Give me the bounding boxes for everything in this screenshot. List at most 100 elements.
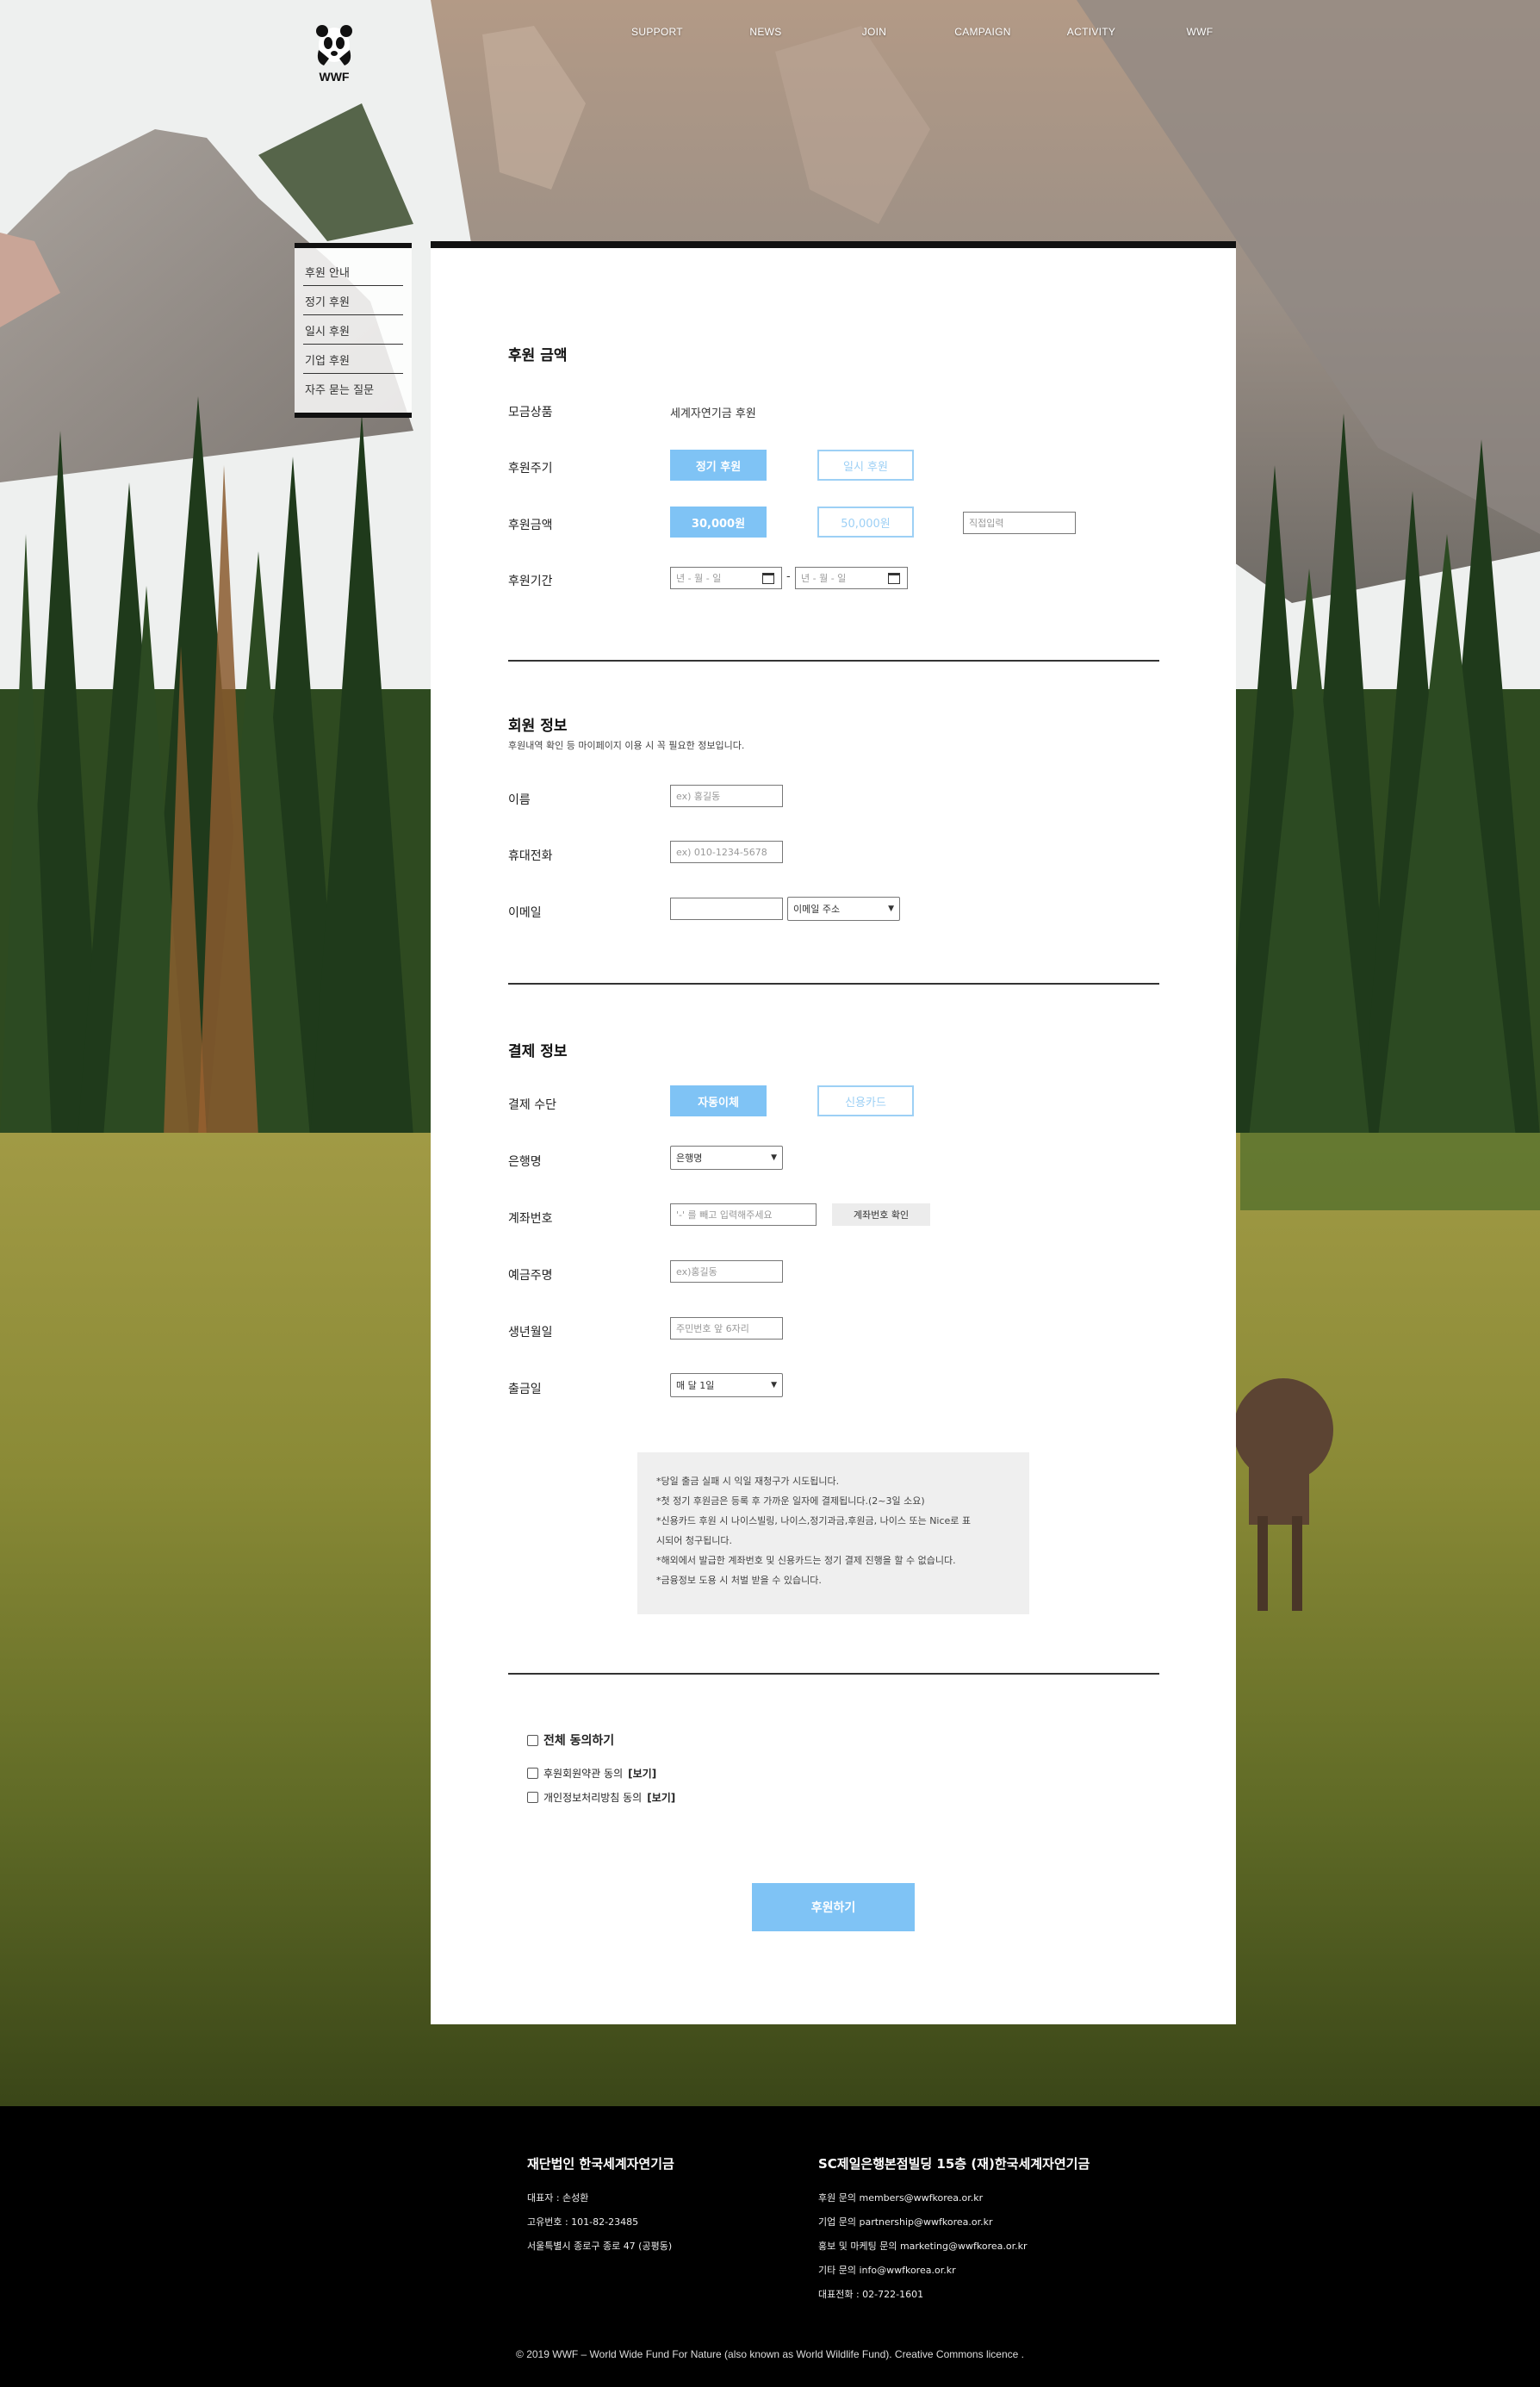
footer-org-line: 서울특별시 종로구 종로 47 (공평동) (527, 2241, 673, 2252)
bank-label: 은행명 (508, 1155, 542, 1169)
footer-contact-line[interactable]: 기타 문의 info@wwfkorea.or.kr (818, 2259, 1090, 2283)
notice-line: 시되어 청구됩니다. (656, 1535, 732, 1546)
account-label: 계좌번호 (508, 1212, 553, 1226)
notice-line: *당일 출금 실패 시 익일 재청구가 시도됩니다. (656, 1476, 840, 1487)
footer-org-title: 재단법인 한국세계자연기금 (527, 2156, 674, 2172)
cycle-label: 후원주기 (508, 462, 553, 476)
footer-org-line: 고유번호 : 101-82-23485 (527, 2216, 639, 2228)
side-menu-item-faq[interactable]: 자주 묻는 질문 (303, 377, 403, 402)
withdraw-day-value: 매 달 1일 (676, 1380, 715, 1391)
footer-org-info: 재단법인 한국세계자연기금 대표자 : 손성환 고유번호 : 101-82-23… (527, 2154, 674, 2259)
amount-50000-button[interactable]: 50,000원 (817, 507, 914, 538)
phone-input[interactable]: ex) 010-1234-5678 (670, 841, 783, 863)
footer-org-line: 대표자 : 손성환 (527, 2192, 589, 2204)
section-divider (508, 660, 1159, 662)
method-auto-transfer-button[interactable]: 자동이체 (670, 1085, 767, 1116)
footer-contact-info: SC제일은행본점빌딩 15층 (재)한국세계자연기금 후원 문의 members… (818, 2154, 1090, 2307)
nav-support[interactable]: SUPPORT (603, 26, 711, 38)
period-end-placeholder: 년 - 월 - 일 (801, 573, 847, 584)
phone-label: 휴대전화 (508, 849, 553, 863)
period-start-input[interactable]: 년 - 월 - 일 (670, 567, 782, 589)
donation-form-panel: 후원 금액 모금상품 세계자연기금 후원 후원주기 정기 후원 일시 후원 후원… (431, 241, 1236, 2024)
product-value: 세계자연기금 후원 (670, 407, 756, 420)
period-end-input[interactable]: 년 - 월 - 일 (795, 567, 908, 589)
svg-text:WWF: WWF (320, 70, 350, 84)
member-section-subtitle: 후원내역 확인 등 마이페이지 이용 시 꼭 필요한 정보입니다. (508, 740, 745, 751)
period-label: 후원기간 (508, 575, 553, 588)
notice-line: *해외에서 발급한 계좌번호 및 신용카드는 정기 결제 진행을 할 수 없습니… (656, 1555, 956, 1566)
method-label: 결제 수단 (508, 1098, 556, 1112)
footer-contact-line: 대표전화 : 02-722-1601 (818, 2289, 924, 2300)
nav-join[interactable]: JOIN (820, 26, 928, 38)
payment-section-title: 결제 정보 (508, 1043, 568, 1060)
donation-section-title: 후원 금액 (508, 347, 568, 364)
agree-all-row[interactable]: 전체 동의하기 (527, 1731, 614, 1749)
footer-contact-line[interactable]: 홍보 및 마케팅 문의 marketing@wwfkorea.or.kr (818, 2235, 1090, 2259)
main-nav: SUPPORT NEWS JOIN CAMPAIGN ACTIVITY WWF (603, 26, 1254, 38)
side-menu-item-corporate[interactable]: 기업 후원 (303, 348, 403, 374)
agree-terms-row[interactable]: 후원회원약관 동의 [보기] (527, 1766, 656, 1781)
agree-privacy-view-link[interactable]: [보기] (647, 1790, 675, 1805)
notice-line: *신용카드 후원 시 나이스빌링, 나이스,정기과금,후원금, 나이스 또는 N… (656, 1515, 972, 1526)
email-domain-value: 이메일 주소 (793, 904, 841, 915)
bank-select[interactable]: 은행명 ▼ (670, 1146, 783, 1170)
footer-copyright: © 2019 WWF – World Wide Fund For Nature … (516, 2348, 1024, 2360)
member-section-title: 회원 정보 (508, 718, 568, 735)
submit-donation-button[interactable]: 후원하기 (752, 1883, 915, 1931)
nav-news[interactable]: NEWS (711, 26, 820, 38)
notice-line: *금융정보 도용 시 처벌 받을 수 있습니다. (656, 1575, 822, 1586)
chevron-down-icon: ▼ (771, 1381, 777, 1389)
holder-input[interactable]: ex)홍길동 (670, 1260, 783, 1283)
agree-privacy-checkbox[interactable] (527, 1792, 538, 1803)
chevron-down-icon: ▼ (771, 1153, 777, 1162)
payment-notice-box: *당일 출금 실패 시 익일 재청구가 시도됩니다. *첫 정기 후원금은 등록… (637, 1452, 1029, 1614)
withdraw-day-select[interactable]: 매 달 1일 ▼ (670, 1373, 783, 1397)
agree-privacy-row[interactable]: 개인정보처리방침 동의 [보기] (527, 1790, 675, 1805)
email-label: 이메일 (508, 906, 542, 920)
chevron-down-icon: ▼ (888, 904, 894, 913)
account-check-button[interactable]: 계좌번호 확인 (832, 1203, 930, 1226)
withdraw-day-label: 출금일 (508, 1383, 542, 1396)
agree-terms-checkbox[interactable] (527, 1768, 538, 1779)
amount-label: 후원금액 (508, 519, 553, 532)
section-divider (508, 983, 1159, 985)
bank-select-value: 은행명 (676, 1153, 703, 1164)
agree-privacy-label: 개인정보처리방침 동의 (543, 1792, 643, 1804)
amount-30000-button[interactable]: 30,000원 (670, 507, 767, 538)
cycle-once-button[interactable]: 일시 후원 (817, 450, 914, 481)
agree-all-label: 전체 동의하기 (543, 1734, 615, 1748)
footer-contact-title: SC제일은행본점빌딩 15층 (재)한국세계자연기금 (818, 2156, 1090, 2172)
nav-wwf[interactable]: WWF (1146, 26, 1254, 38)
email-input[interactable] (670, 898, 783, 920)
holder-label: 예금주명 (508, 1269, 553, 1283)
account-input[interactable]: '-' 를 빼고 입력해주세요 (670, 1203, 817, 1226)
birth-input[interactable]: 주민번호 앞 6자리 (670, 1317, 783, 1340)
agree-terms-label: 후원회원약관 동의 (543, 1768, 624, 1780)
amount-custom-input[interactable]: 직접입력 (963, 512, 1076, 534)
footer-contact-line[interactable]: 기업 문의 partnership@wwfkorea.or.kr (818, 2210, 1090, 2235)
period-separator: - (786, 570, 791, 583)
side-menu: 후원 안내 정기 후원 일시 후원 기업 후원 자주 묻는 질문 (295, 243, 412, 418)
nav-campaign[interactable]: CAMPAIGN (928, 26, 1037, 38)
product-label: 모금상품 (508, 406, 553, 420)
notice-line: *첫 정기 후원금은 등록 후 가까운 일자에 결제됩니다.(2~3일 소요) (656, 1495, 925, 1507)
method-card-button[interactable]: 신용카드 (817, 1085, 914, 1116)
footer-contact-line[interactable]: 후원 문의 members@wwfkorea.or.kr (818, 2186, 1090, 2210)
email-domain-select[interactable]: 이메일 주소 ▼ (787, 897, 900, 921)
name-label: 이름 (508, 793, 531, 807)
agree-terms-view-link[interactable]: [보기] (628, 1766, 656, 1781)
period-start-placeholder: 년 - 월 - 일 (676, 573, 722, 584)
footer: 재단법인 한국세계자연기금 대표자 : 손성환 고유번호 : 101-82-23… (0, 2106, 1540, 2387)
deer-illustration (1233, 1378, 1333, 1611)
side-menu-item-regular[interactable]: 정기 후원 (303, 289, 403, 315)
cycle-regular-button[interactable]: 정기 후원 (670, 450, 767, 481)
calendar-icon[interactable] (762, 573, 774, 584)
side-menu-item-onetime[interactable]: 일시 후원 (303, 319, 403, 345)
wwf-panda-logo[interactable]: WWF (312, 24, 357, 84)
name-input[interactable]: ex) 홍길동 (670, 785, 783, 807)
nav-activity[interactable]: ACTIVITY (1037, 26, 1146, 38)
calendar-icon[interactable] (888, 573, 900, 584)
section-divider (508, 1673, 1159, 1675)
agree-all-checkbox[interactable] (527, 1734, 538, 1746)
side-menu-item-guide[interactable]: 후원 안내 (303, 260, 403, 286)
